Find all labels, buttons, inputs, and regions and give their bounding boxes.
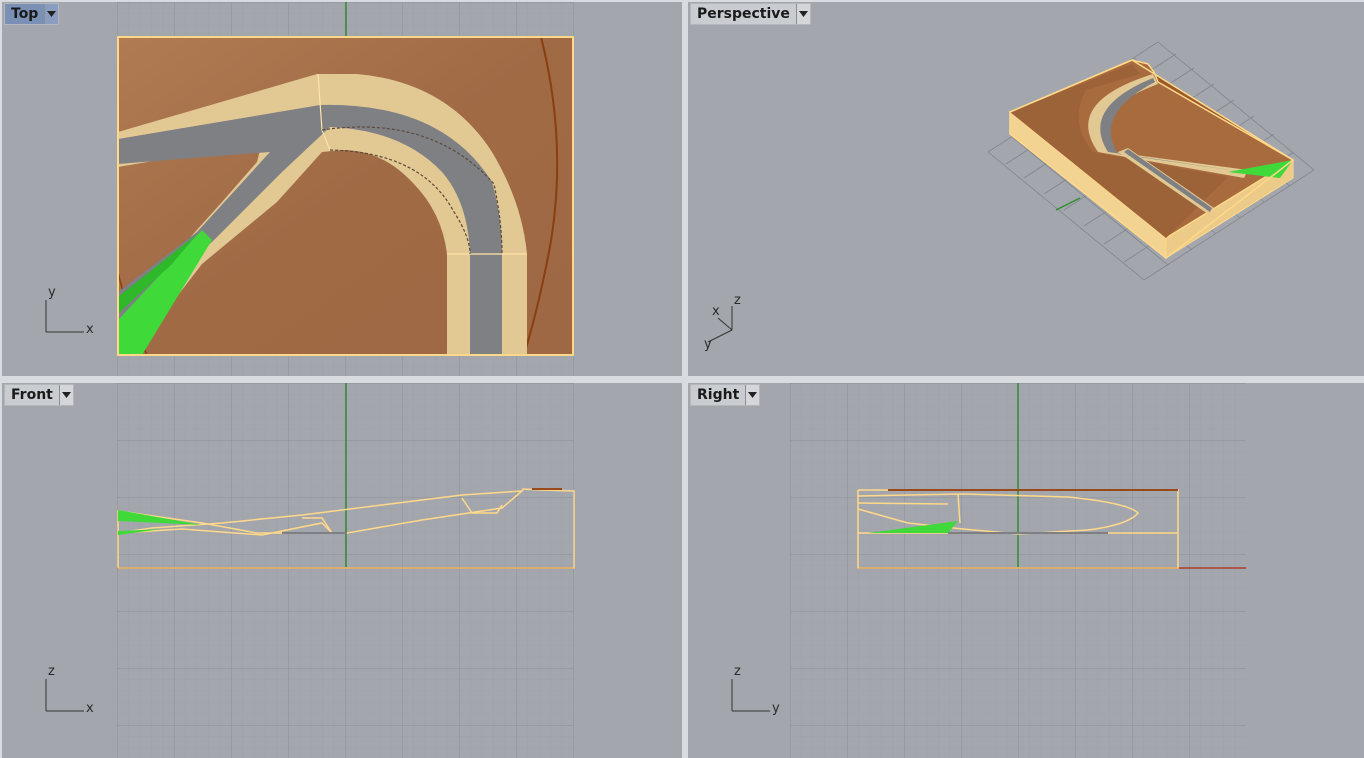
viewport-right[interactable]: Right y z — [688, 383, 1364, 758]
dropdown-arrow-icon[interactable] — [745, 385, 760, 405]
viewport-tab-perspective[interactable]: Perspective — [690, 3, 811, 25]
viewport-front[interactable]: Front x z — [2, 383, 682, 758]
viewport-tab-right[interactable]: Right — [690, 384, 761, 406]
perspective-canvas[interactable]: z x y — [688, 2, 1364, 376]
viewport-title: Right — [697, 387, 740, 403]
right-canvas[interactable]: y z — [688, 383, 1364, 758]
dropdown-arrow-icon[interactable] — [44, 4, 59, 24]
dropdown-arrow-icon[interactable] — [795, 4, 810, 24]
dropdown-arrow-icon[interactable] — [58, 385, 73, 405]
axis-gizmo — [45, 300, 84, 333]
viewport-tab-front[interactable]: Front — [4, 384, 74, 406]
axis-gizmo — [731, 679, 770, 712]
front-canvas[interactable]: x z — [2, 383, 682, 758]
axis-label-z: z — [734, 664, 741, 679]
axis-gizmo — [45, 679, 84, 712]
axis-label-x: x — [712, 304, 720, 319]
axis-label-x: x — [86, 322, 94, 337]
axis-label-z: z — [734, 293, 741, 308]
axis-label-y: y — [772, 701, 780, 716]
axis-label-y: y — [704, 337, 712, 352]
viewport-title: Top — [11, 6, 39, 22]
top-canvas[interactable]: x y — [2, 2, 682, 376]
viewport-perspective[interactable]: Perspective z x y — [688, 2, 1364, 376]
y-axis-line — [1055, 197, 1081, 211]
axis-label-y: y — [48, 285, 56, 300]
viewport-top[interactable]: Top x y — [2, 2, 682, 376]
terrain-model[interactable] — [117, 36, 574, 356]
viewport-title: Perspective — [697, 6, 790, 22]
terrain-model-3d[interactable] — [1008, 59, 1295, 260]
axis-label-z: z — [48, 664, 55, 679]
viewport-title: Front — [11, 387, 53, 403]
axis-label-x: x — [86, 701, 94, 716]
viewport-tab-top[interactable]: Top — [4, 3, 60, 25]
